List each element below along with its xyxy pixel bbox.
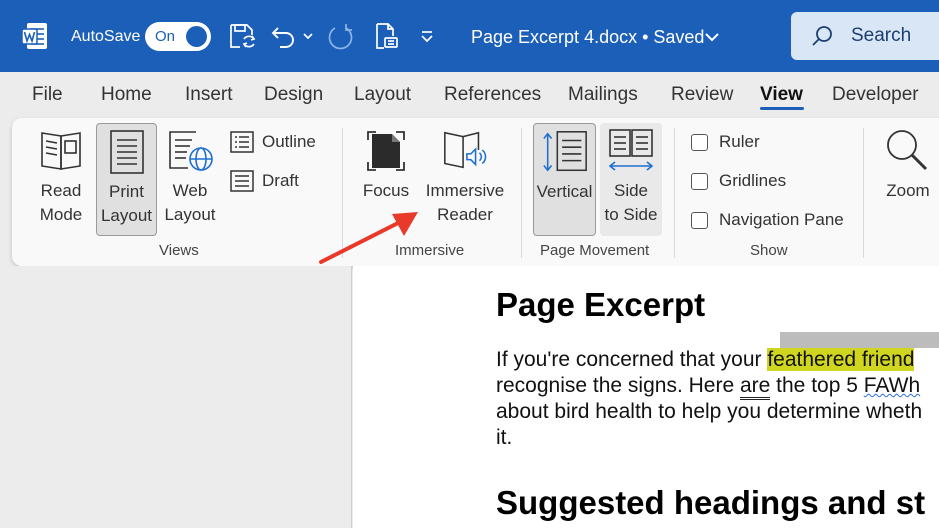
read-mode-label-2: Mode xyxy=(39,205,83,224)
document-title[interactable]: Page Excerpt 4.docx • Saved xyxy=(471,24,704,50)
ruler-label: Ruler xyxy=(719,132,760,151)
text-run: If you're concerned that your xyxy=(496,348,768,371)
autosave-state: On xyxy=(155,28,176,45)
print-layout-button[interactable]: Print Layout xyxy=(96,123,157,236)
active-tab-indicator xyxy=(760,107,804,110)
document-area: Page Excerpt If you're concerned that yo… xyxy=(0,266,939,528)
tab-mailings[interactable]: Mailings xyxy=(568,84,638,106)
immersive-reader-icon xyxy=(440,126,490,176)
save-sync-icon[interactable] xyxy=(228,22,256,50)
tab-design[interactable]: Design xyxy=(264,84,323,106)
ribbon-panel: Read Mode Print Layout Web Layout Outlin… xyxy=(12,118,939,266)
print-layout-icon xyxy=(103,127,151,177)
tab-review[interactable]: Review xyxy=(671,84,733,106)
group-separator xyxy=(674,128,675,258)
page-movement-group-label: Page Movement xyxy=(540,242,650,259)
tab-view[interactable]: View xyxy=(760,84,803,106)
tab-references[interactable]: References xyxy=(444,84,541,106)
read-mode-label-1: Read xyxy=(40,181,82,200)
ruler-checkbox[interactable]: Ruler xyxy=(691,129,760,155)
document-heading[interactable]: Page Excerpt xyxy=(496,286,705,324)
side-to-side-icon xyxy=(606,126,656,176)
document-page[interactable]: Page Excerpt If you're concerned that yo… xyxy=(353,266,939,528)
vertical-button[interactable]: Vertical xyxy=(533,123,596,236)
undo-icon[interactable] xyxy=(270,22,298,50)
tab-home[interactable]: Home xyxy=(101,84,152,106)
web-layout-label-1: Web xyxy=(172,181,208,200)
show-group-label: Show xyxy=(750,242,788,259)
redo-icon[interactable] xyxy=(326,22,356,52)
undo-dropdown-icon[interactable] xyxy=(302,27,314,45)
outline-button[interactable]: Outline xyxy=(230,129,316,155)
print-preview-icon[interactable] xyxy=(373,22,399,50)
tab-developer[interactable]: Developer xyxy=(832,84,919,106)
views-group-label: Views xyxy=(159,242,199,259)
print-layout-label-1: Print xyxy=(109,182,144,201)
tab-insert[interactable]: Insert xyxy=(185,84,233,106)
immersive-reader-button[interactable]: Immersive Reader xyxy=(422,126,508,236)
search-icon xyxy=(812,26,832,46)
autosave-label: AutoSave xyxy=(71,28,141,45)
ruler-checkbox-box[interactable] xyxy=(691,133,708,151)
outline-icon xyxy=(230,131,254,153)
navigation-pane-checkbox-box[interactable] xyxy=(691,211,708,229)
vertical-scroll-icon xyxy=(540,127,590,177)
paragraph-line: about bird health to help you determine … xyxy=(496,400,923,423)
focus-icon xyxy=(362,126,410,176)
outline-label: Outline xyxy=(262,132,316,151)
immersive-reader-label-1: Immersive xyxy=(425,181,505,200)
word-logo-icon[interactable] xyxy=(22,22,48,50)
navigation-pane-label: Navigation Pane xyxy=(719,210,844,229)
title-bar: AutoSave On Page Excerpt 4.docx • Saved … xyxy=(0,0,939,72)
autosave-toggle[interactable]: On xyxy=(145,22,211,51)
gridlines-checkbox[interactable]: Gridlines xyxy=(691,168,786,194)
customize-toolbar-icon[interactable] xyxy=(418,26,436,46)
search-box[interactable]: Search xyxy=(791,12,939,60)
document-paragraph[interactable]: If you're concerned that your feathered … xyxy=(496,347,939,451)
web-layout-button[interactable]: Web Layout xyxy=(162,126,218,232)
gridlines-checkbox-box[interactable] xyxy=(691,172,708,190)
search-label: Search xyxy=(851,25,912,46)
ribbon-tabs: File Home Insert Design Layout Reference… xyxy=(0,72,939,118)
side-to-side-label-1: Side xyxy=(613,181,649,200)
focus-label: Focus xyxy=(362,181,410,200)
draft-button[interactable]: Draft xyxy=(230,168,299,194)
text-run: the top 5 xyxy=(770,374,864,397)
spelling-flagged-word[interactable]: FAWh xyxy=(864,374,920,397)
read-mode-icon xyxy=(37,126,85,176)
selection-highlight xyxy=(780,332,939,348)
zoom-button[interactable]: Zoom xyxy=(880,126,936,232)
toggle-knob xyxy=(186,26,207,47)
navigation-pane xyxy=(0,266,352,528)
chevron-down-icon[interactable] xyxy=(704,27,720,47)
print-layout-label-2: Layout xyxy=(100,206,153,225)
paragraph-line: recognise the signs. Here are the top 5 … xyxy=(496,373,939,400)
draft-icon xyxy=(230,170,254,192)
draft-label: Draft xyxy=(262,171,299,190)
vertical-label: Vertical xyxy=(536,182,593,201)
grammar-flagged-word[interactable]: are xyxy=(739,374,771,400)
read-mode-button[interactable]: Read Mode xyxy=(32,126,90,232)
immersive-reader-label-2: Reader xyxy=(437,205,493,224)
web-layout-label-2: Layout xyxy=(164,205,216,224)
tab-file[interactable]: File xyxy=(32,84,63,106)
paragraph-line: If you're concerned that your feathered … xyxy=(496,347,939,373)
zoom-label: Zoom xyxy=(886,181,930,200)
gridlines-label: Gridlines xyxy=(719,171,787,190)
document-subheading[interactable]: Suggested headings and st xyxy=(496,484,925,522)
zoom-magnifier-icon xyxy=(883,126,933,176)
red-arrow-annotation xyxy=(319,212,418,264)
paragraph-line: it. xyxy=(496,426,513,449)
side-to-side-label-2: to Side xyxy=(604,205,658,224)
group-separator xyxy=(863,128,864,258)
side-to-side-button[interactable]: Side to Side xyxy=(600,123,662,236)
text-run: recognise the signs. Here xyxy=(496,374,740,397)
navigation-pane-checkbox[interactable]: Navigation Pane xyxy=(691,207,844,233)
group-separator xyxy=(521,128,522,258)
tab-layout[interactable]: Layout xyxy=(354,84,411,106)
web-layout-icon xyxy=(165,126,215,176)
highlighted-text: feathered friend xyxy=(767,348,915,371)
